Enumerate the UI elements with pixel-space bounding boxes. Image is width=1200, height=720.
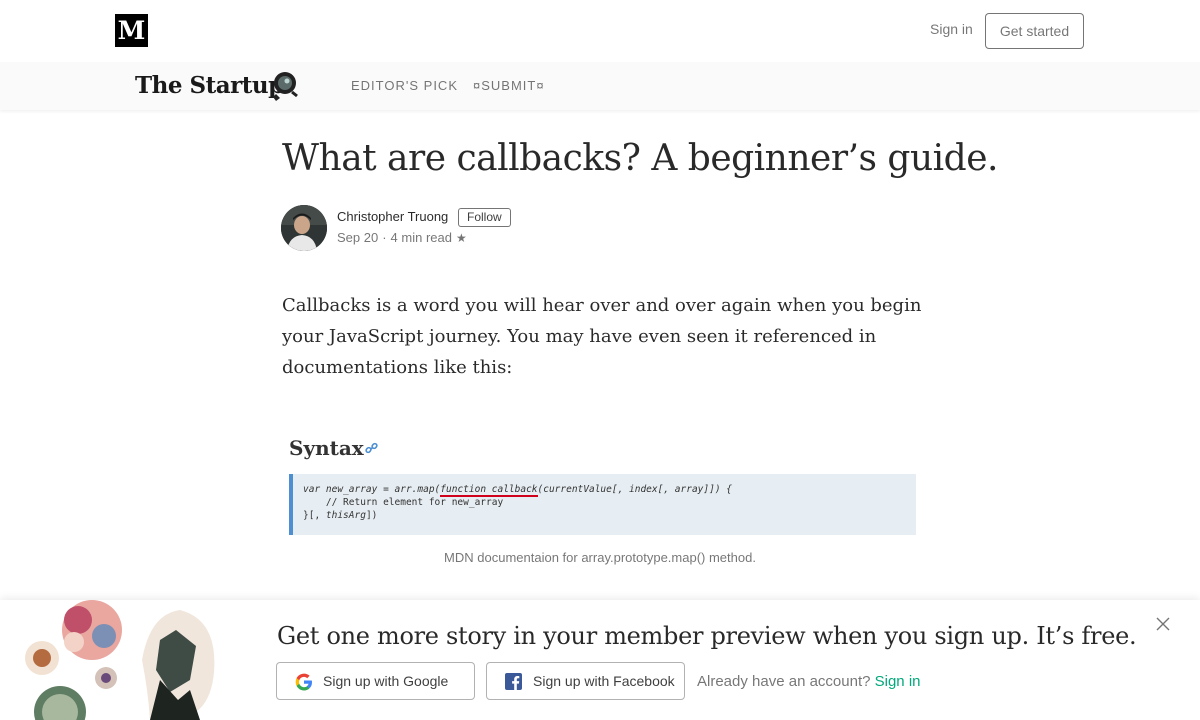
nav-submit[interactable]: ¤SUBMIT¤ bbox=[473, 78, 545, 93]
decorative-illustration bbox=[25, 600, 215, 720]
get-started-button[interactable]: Get started bbox=[985, 13, 1084, 49]
author-name[interactable]: Christopher Truong bbox=[337, 209, 448, 224]
close-icon[interactable] bbox=[1156, 617, 1170, 631]
read-time: 4 min read bbox=[390, 230, 452, 245]
medium-logo[interactable]: M bbox=[115, 14, 148, 47]
nav-editors-pick[interactable]: EDITOR'S PICK bbox=[351, 78, 458, 93]
publication-bar: The Startup EDITOR'S PICK ¤SUBMIT¤ bbox=[0, 62, 1200, 110]
article-paragraph: Callbacks is a word you will hear over a… bbox=[282, 295, 922, 378]
code-block: var new_array = arr.map(function callbac… bbox=[289, 474, 916, 535]
already-have-account: Already have an account? Sign in bbox=[697, 673, 921, 690]
code-line-3: }[, thisArg]) bbox=[303, 510, 378, 521]
code-line-1: var new_array = arr.map(function callbac… bbox=[303, 484, 732, 497]
article-meta: Sep 20 · 4 min read ★ bbox=[337, 230, 467, 245]
facebook-signup-button[interactable]: Sign up with Facebook bbox=[486, 662, 685, 700]
figure-syntax-heading: Syntax bbox=[289, 436, 364, 460]
link-icon bbox=[365, 442, 378, 454]
top-nav-bar: M Sign in Get started bbox=[0, 0, 1200, 62]
overlay-sign-in-link[interactable]: Sign in bbox=[875, 673, 921, 690]
publication-logo[interactable]: The Startup bbox=[135, 72, 284, 99]
facebook-signup-label: Sign up with Facebook bbox=[533, 673, 675, 689]
publish-date: Sep 20 bbox=[337, 230, 379, 245]
author-avatar[interactable] bbox=[281, 205, 327, 251]
follow-button[interactable]: Follow bbox=[458, 208, 511, 227]
signup-heading: Get one more story in your member previe… bbox=[277, 622, 1137, 650]
astronaut-helmet-icon bbox=[273, 72, 298, 101]
google-signup-label: Sign up with Google bbox=[323, 673, 449, 689]
sign-in-link[interactable]: Sign in bbox=[930, 21, 973, 37]
star-icon: ★ bbox=[455, 231, 467, 245]
google-icon bbox=[295, 673, 312, 691]
article-title: What are callbacks? A beginner’s guide. bbox=[282, 138, 998, 179]
figure-caption: MDN documentaion for array.prototype.map… bbox=[444, 550, 756, 565]
code-line-2: // Return element for new_array bbox=[303, 497, 504, 508]
signup-overlay: Get one more story in your member previe… bbox=[0, 600, 1200, 720]
google-signup-button[interactable]: Sign up with Google bbox=[276, 662, 475, 700]
facebook-icon bbox=[505, 673, 522, 690]
